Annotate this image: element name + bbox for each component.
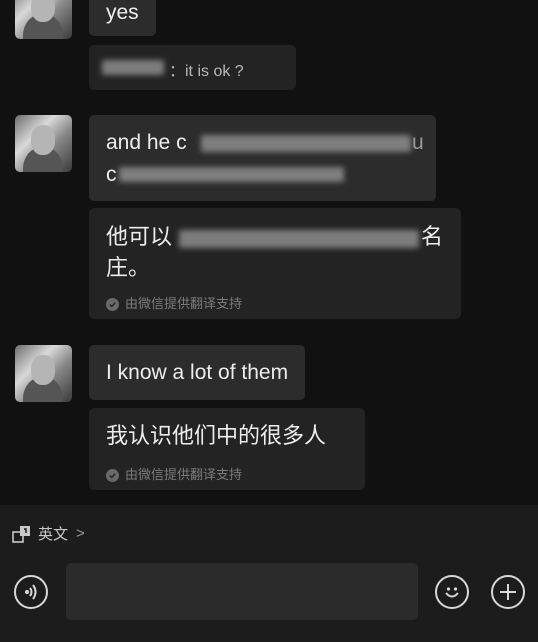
emoji-icon[interactable] <box>435 575 469 609</box>
message-text-line1: and he c <box>106 131 187 154</box>
translation-text-start: 他可以 <box>106 224 173 249</box>
redacted-name <box>102 60 164 75</box>
check-icon <box>106 468 119 482</box>
translation-note-text: 由微信提供翻译支持 <box>125 467 243 482</box>
redacted-text <box>119 167 344 182</box>
quote-text: ：it is ok ? <box>169 63 244 80</box>
translation-text: 我认识他们中的很多人 <box>106 423 327 448</box>
message-text-line2: c <box>106 163 117 186</box>
avatar[interactable] <box>15 115 72 172</box>
message-input[interactable] <box>66 563 418 620</box>
message-text: yes <box>106 1 139 24</box>
chevron-right-icon: > <box>76 525 85 542</box>
translation-note: 由微信提供翻译支持 <box>106 289 242 319</box>
translate-icon <box>12 525 30 543</box>
voice-icon[interactable] <box>14 575 48 609</box>
translation-text-end: 名 <box>421 224 444 249</box>
input-bar: 英文 > <box>0 505 538 642</box>
quote-bubble[interactable]: ：it is ok ? <box>89 45 296 90</box>
translation-note-text: 由微信提供翻译支持 <box>125 296 243 311</box>
redacted-text <box>201 135 411 152</box>
add-icon[interactable] <box>491 575 525 609</box>
language-selector[interactable]: 英文 > <box>12 523 85 544</box>
chat-area: yes ：it is ok ? and he c u c 他可以 名 庄。 由微… <box>0 0 538 505</box>
message-text-tail: u <box>412 131 424 154</box>
message-text: I know a lot of them <box>106 361 289 384</box>
avatar[interactable] <box>15 345 72 402</box>
translation-text-line2: 庄。 <box>106 255 151 280</box>
avatar[interactable] <box>15 0 72 39</box>
translation-bubble[interactable]: 我认识他们中的很多人 由微信提供翻译支持 <box>89 408 365 490</box>
message-bubble[interactable]: yes <box>89 0 156 36</box>
language-label: 英文 <box>38 526 69 543</box>
check-icon <box>106 297 119 311</box>
message-bubble[interactable]: I know a lot of them <box>89 345 306 400</box>
message-bubble[interactable]: and he c u c <box>89 115 436 201</box>
redacted-text <box>179 230 419 248</box>
translation-bubble[interactable]: 他可以 名 庄。 由微信提供翻译支持 <box>89 208 461 319</box>
translation-note: 由微信提供翻译支持 <box>106 460 242 490</box>
